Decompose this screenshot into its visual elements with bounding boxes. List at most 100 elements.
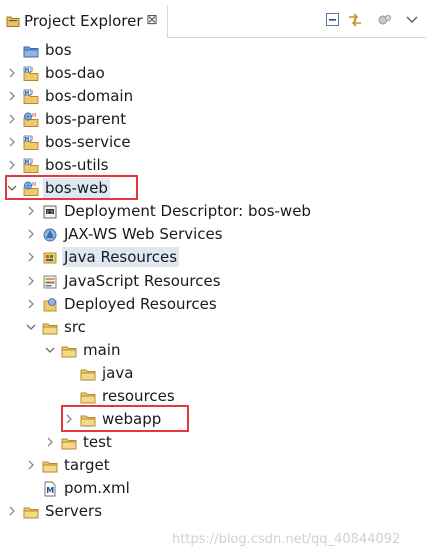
tree-item-label: JAX-WS Web Services <box>64 225 223 244</box>
maven-project-icon: MJ <box>23 89 39 105</box>
tree-item-label: Java Resources <box>62 247 180 268</box>
link-with-editor-icon[interactable] <box>347 12 363 28</box>
focus-icon[interactable] <box>377 12 393 28</box>
chevron-right-icon[interactable] <box>7 91 17 101</box>
tree-item-label: bos-service <box>45 133 131 152</box>
svg-text:J: J <box>31 67 33 73</box>
chevron-down-icon[interactable] <box>7 183 17 193</box>
svg-text:M: M <box>32 182 36 188</box>
maven-pom-file-icon: M <box>44 481 56 497</box>
view-title: Project Explorer <box>24 12 143 30</box>
tree-item-label: bos-domain <box>45 87 134 106</box>
folder-icon <box>80 369 96 381</box>
chevron-right-icon[interactable] <box>26 252 36 262</box>
svg-text:M: M <box>25 160 30 166</box>
tree-item-label: target <box>64 455 110 474</box>
chevron-right-icon[interactable] <box>7 114 17 124</box>
tree-item-webapp[interactable]: webapp <box>0 408 426 431</box>
tree-item-bos[interactable]: bos <box>0 39 426 62</box>
chevron-down-icon[interactable] <box>26 322 36 332</box>
svg-text:M: M <box>46 486 54 495</box>
tree-item-bos-parent[interactable]: Mbos-parent <box>0 108 426 131</box>
svg-text:M: M <box>32 113 36 119</box>
chevron-right-icon[interactable] <box>64 414 74 424</box>
tree-item-label: src <box>64 317 86 336</box>
tree-item-label: webapp <box>102 409 162 428</box>
maven-project-icon: MJ <box>23 66 39 81</box>
tree-item-src[interactable]: src <box>0 316 426 339</box>
chevron-right-icon[interactable] <box>26 229 36 239</box>
tree-item-pom-xml[interactable]: Mpom.xml <box>0 477 426 500</box>
tree-item-servers[interactable]: Servers <box>0 500 426 523</box>
deployed-resources-icon <box>43 297 57 311</box>
tree-item-deployed-resources[interactable]: Deployed Resources <box>0 293 426 316</box>
folder-icon <box>80 392 96 404</box>
chevron-right-icon[interactable] <box>7 160 17 170</box>
project-explorer-icon <box>6 16 20 27</box>
tree-item-label: resources <box>102 386 175 405</box>
chevron-down-icon[interactable] <box>45 345 55 355</box>
tree-item-target[interactable]: target <box>0 454 426 477</box>
svg-text:M: M <box>25 90 30 96</box>
svg-text:J: J <box>31 159 33 165</box>
tree-item-label: bos-utils <box>45 156 109 175</box>
folder-icon <box>42 323 58 335</box>
tree-item-bos-dao[interactable]: M Jbos-dao <box>0 62 426 85</box>
tree-item-java-resources[interactable]: Java Resources <box>0 246 426 269</box>
collapse-all-icon[interactable] <box>325 12 341 28</box>
tree-item-bos-web[interactable]: Mbos-web <box>0 177 426 200</box>
tree-item-test[interactable]: test <box>0 431 426 454</box>
tree-item-javascript-resources[interactable]: JavaScript Resources <box>0 270 426 293</box>
chevron-right-icon[interactable] <box>7 506 17 516</box>
folder-icon <box>23 507 39 519</box>
folder-icon <box>42 461 58 473</box>
folder-icon <box>61 438 77 450</box>
tree-item-bos-service[interactable]: M Jbos-service <box>0 131 426 154</box>
chevron-right-icon[interactable] <box>26 299 36 309</box>
deployment-descriptor-icon: 2.5 <box>43 205 57 219</box>
chevron-right-icon[interactable] <box>7 68 17 78</box>
chevron-right-icon[interactable] <box>45 437 55 447</box>
web-services-icon <box>43 228 57 242</box>
tree-item-resources[interactable]: resources <box>0 385 426 408</box>
tree-item-deployment-descriptor-bos-web[interactable]: 2.5 Deployment Descriptor: bos-web <box>0 200 426 223</box>
tree-item-bos-domain[interactable]: M Jbos-domain <box>0 85 426 108</box>
chevron-right-icon[interactable] <box>26 206 36 216</box>
tree-item-jax-ws-web-services[interactable]: JAX-WS Web Services <box>0 223 426 246</box>
chevron-right-icon[interactable] <box>26 460 36 470</box>
folder-icon <box>80 415 96 427</box>
tab-project-explorer[interactable]: Project Explorer ⊠ <box>0 5 168 38</box>
maven-web-project-icon: M <box>23 112 39 128</box>
tree-item-label: Deployed Resources <box>64 294 217 313</box>
tree-item-main[interactable]: main <box>0 339 426 362</box>
maven-web-project-icon: M <box>23 181 39 197</box>
tree-item-label: java <box>102 363 134 382</box>
view-header: Project Explorer ⊠ <box>0 0 426 38</box>
svg-text:J: J <box>31 136 33 142</box>
svg-text:2.5: 2.5 <box>46 210 53 216</box>
tree-item-label: test <box>83 432 112 451</box>
tree-item-label: Servers <box>45 502 103 520</box>
close-icon[interactable]: ⊠ <box>146 11 158 29</box>
tree-item-label: bos <box>45 41 72 59</box>
tree-item-label: bos-parent <box>45 110 127 129</box>
tree-item-bos-utils[interactable]: M Jbos-utils <box>0 154 426 177</box>
tree-item-label: bos-web <box>43 178 110 199</box>
svg-text:J: J <box>31 90 33 96</box>
folder-project-icon <box>23 46 39 58</box>
svg-text:M: M <box>25 136 30 142</box>
tree-item-label: Deployment Descriptor: bos-web <box>64 202 311 221</box>
tree-item-label: main <box>83 340 121 359</box>
maven-project-icon: MJ <box>23 135 39 151</box>
view-menu-icon[interactable] <box>404 12 420 28</box>
chevron-right-icon[interactable] <box>26 276 36 286</box>
folder-icon <box>61 346 77 358</box>
tree-item-java[interactable]: java <box>0 362 426 385</box>
tree-item-label: bos-dao <box>45 64 105 83</box>
svg-text:M: M <box>25 67 30 73</box>
chevron-right-icon[interactable] <box>7 137 17 147</box>
java-resources-icon <box>43 252 57 264</box>
javascript-resources-icon <box>43 275 57 288</box>
maven-project-icon: MJ <box>23 158 39 174</box>
tree-item-label: JavaScript Resources <box>64 271 221 290</box>
